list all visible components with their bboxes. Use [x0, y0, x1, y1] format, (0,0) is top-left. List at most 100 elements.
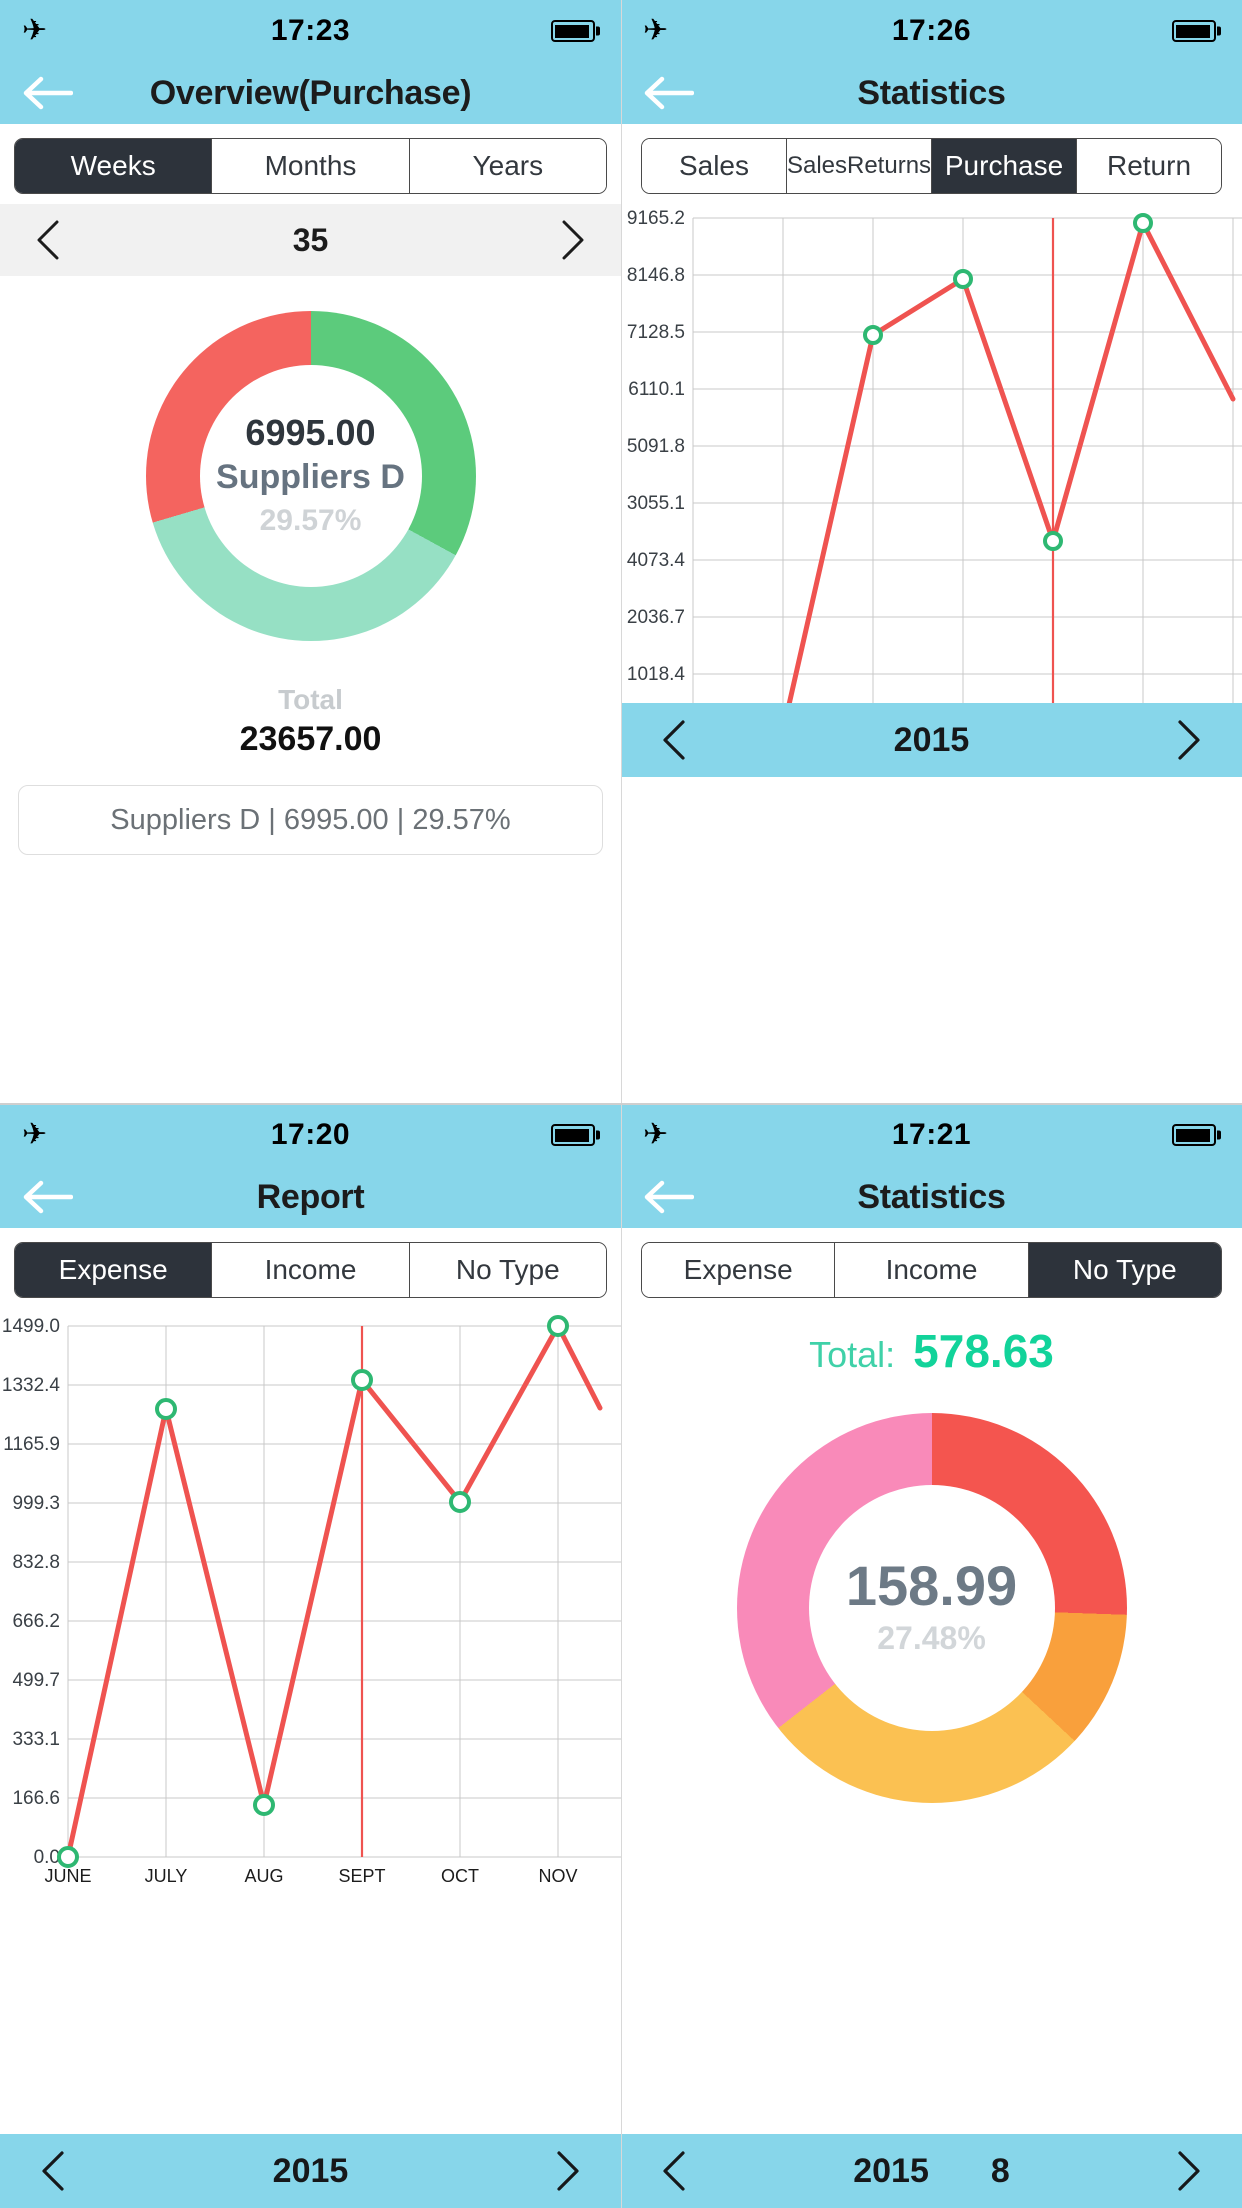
nav-bar: Statistics: [621, 62, 1242, 124]
total-value: 578.63: [913, 1325, 1054, 1377]
arrow-left-icon[interactable]: [20, 1174, 76, 1220]
legend-row[interactable]: Suppliers D | 6995.00 | 29.57%: [18, 785, 603, 855]
donut-percent: 27.48%: [877, 1620, 986, 1657]
total-block: Total 23657.00: [0, 684, 621, 759]
chevron-right-icon[interactable]: [1166, 713, 1212, 767]
svg-text:499.7: 499.7: [12, 1670, 60, 1691]
tab-income[interactable]: Income: [212, 1243, 410, 1297]
donut-ring[interactable]: 6995.00 Suppliers D 29.57%: [145, 311, 476, 641]
page-title: Report: [256, 1177, 365, 1216]
svg-text:OCT: OCT: [441, 1866, 479, 1886]
notype-donut-chart: 158.99 27.48%: [621, 1388, 1242, 1828]
svg-text:166.6: 166.6: [12, 1788, 60, 1809]
svg-text:7128.5: 7128.5: [627, 322, 685, 343]
donut-label: Suppliers D: [216, 458, 405, 497]
status-time: 17:20: [270, 1118, 351, 1151]
week-number: 35: [292, 221, 329, 258]
type-tabs: Sales SalesReturns Purchase Return: [621, 124, 1242, 204]
donut-percent: 29.57%: [259, 504, 362, 538]
year-value: 2015: [272, 2151, 349, 2190]
airplane-icon: ✈: [22, 14, 48, 47]
year-value: 2015: [893, 720, 970, 759]
nav-bar: Report: [0, 1166, 621, 1228]
donut-center: 158.99 27.48%: [808, 1485, 1055, 1731]
battery-full-icon: [1172, 1124, 1216, 1146]
svg-text:1499.0: 1499.0: [2, 1316, 60, 1337]
arrow-left-icon[interactable]: [641, 70, 697, 116]
battery-full-icon: [551, 20, 595, 42]
donut-value: 6995.00: [245, 412, 376, 454]
page-title: Overview(Purchase): [149, 73, 472, 112]
tab-months[interactable]: Months: [212, 139, 410, 193]
total-label: Total: [278, 684, 343, 715]
battery-full-icon: [1172, 20, 1216, 42]
airplane-icon: ✈: [643, 1118, 669, 1151]
panel-statistics-purchase: ✈ 17:26 Statistics Sales SalesReturns Pu…: [621, 0, 1242, 1104]
svg-text:6110.1: 6110.1: [628, 379, 685, 400]
tab-sales[interactable]: Sales: [642, 139, 787, 193]
chevron-right-icon[interactable]: [553, 216, 593, 264]
tab-no-type[interactable]: No Type: [409, 1243, 606, 1297]
tab-return[interactable]: Return: [1077, 139, 1221, 193]
total-value: 23657.00: [239, 720, 382, 758]
svg-text:AUG: AUG: [244, 1866, 283, 1886]
tab-years[interactable]: Years: [409, 139, 606, 193]
donut-center: 6995.00 Suppliers D 29.57%: [199, 365, 422, 587]
airplane-icon: ✈: [22, 1118, 48, 1151]
svg-text:JULY: JULY: [145, 1866, 188, 1886]
tab-income[interactable]: Income: [835, 1243, 1029, 1297]
svg-text:999.3: 999.3: [12, 1493, 60, 1514]
svg-text:1018.4: 1018.4: [627, 664, 686, 685]
status-time: 17:21: [891, 1118, 972, 1151]
svg-text:4073.4: 4073.4: [627, 550, 686, 571]
status-bar: ✈ 17:23: [0, 0, 621, 62]
svg-text:JUNE: JUNE: [44, 1866, 91, 1886]
svg-text:3055.1: 3055.1: [627, 493, 685, 514]
nav-bar: Statistics: [621, 1166, 1242, 1228]
svg-text:1332.4: 1332.4: [2, 1375, 61, 1396]
chevron-left-icon[interactable]: [28, 216, 68, 264]
tab-weeks[interactable]: Weeks: [15, 139, 213, 193]
airplane-icon: ✈: [643, 14, 669, 47]
purchase-line-chart[interactable]: 9165.2 8146.8 7128.5 6110.1 5091.8 3055.…: [621, 204, 1242, 764]
tab-expense[interactable]: Expense: [642, 1243, 836, 1297]
tab-purchase[interactable]: Purchase: [932, 139, 1078, 193]
tab-expense[interactable]: Expense: [15, 1243, 213, 1297]
status-time: 17:26: [891, 14, 972, 47]
svg-text:5091.8: 5091.8: [627, 436, 685, 457]
page-title: Statistics: [857, 1177, 1006, 1216]
arrow-left-icon[interactable]: [641, 1174, 697, 1220]
tab-no-type[interactable]: No Type: [1028, 1243, 1221, 1297]
chevron-right-icon[interactable]: [1166, 2144, 1212, 2198]
status-time: 17:23: [270, 14, 351, 47]
chevron-right-icon[interactable]: [545, 2144, 591, 2198]
svg-text:0.0: 0.0: [34, 1847, 60, 1868]
svg-text:333.1: 333.1: [12, 1729, 60, 1750]
total-label: Total:: [809, 1334, 896, 1375]
tab-salesreturns[interactable]: SalesReturns: [786, 139, 933, 193]
expense-line-chart[interactable]: 1499.0 1332.4 1165.9 999.3 832.8 666.2 4…: [0, 1308, 621, 1888]
panel-overview-purchase: ✈ 17:23 Overview(Purchase) Weeks Months …: [0, 0, 621, 1104]
chevron-left-icon[interactable]: [651, 2144, 697, 2198]
chevron-left-icon[interactable]: [30, 2144, 76, 2198]
type-tabs: Expense Income No Type: [621, 1228, 1242, 1308]
total-row: Total: 578.63: [621, 1324, 1242, 1378]
year-month-stepper: 2015 8: [621, 2134, 1242, 2208]
svg-text:9165.2: 9165.2: [627, 208, 685, 229]
month-value: 8: [990, 2151, 1010, 2190]
nav-bar: Overview(Purchase): [0, 62, 621, 124]
chevron-left-icon[interactable]: [651, 713, 697, 767]
year-stepper: 2015: [0, 2134, 621, 2208]
year-stepper: 2015: [621, 703, 1242, 777]
panel-statistics-notype: ✈ 17:21 Statistics Expense Income No Typ…: [621, 1104, 1242, 2208]
svg-text:SEPT: SEPT: [338, 1866, 385, 1886]
purchase-donut-chart: 6995.00 Suppliers D 29.57%: [0, 276, 621, 676]
svg-text:666.2: 666.2: [12, 1611, 60, 1632]
arrow-left-icon[interactable]: [20, 70, 76, 116]
svg-text:8146.8: 8146.8: [627, 265, 685, 286]
battery-full-icon: [551, 1124, 595, 1146]
page-title: Statistics: [857, 73, 1006, 112]
donut-ring[interactable]: 158.99 27.48%: [736, 1413, 1127, 1803]
period-tabs: Weeks Months Years: [0, 124, 621, 204]
type-tabs: Expense Income No Type: [0, 1228, 621, 1308]
